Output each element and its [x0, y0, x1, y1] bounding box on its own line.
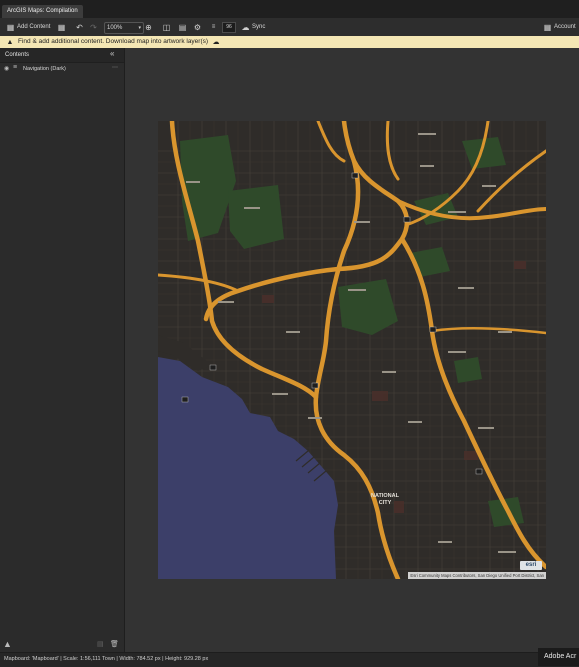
sync-label: Sync [252, 24, 266, 30]
cloud-download-icon[interactable]: ☁ [212, 38, 220, 47]
map-artboard[interactable]: NATIONAL CITY esri Esri Community Maps Co… [158, 121, 546, 579]
zoom-value: 100% [107, 25, 123, 31]
sync-button[interactable]: ☁ Sync [241, 21, 266, 33]
layer-name: Navigation (Dark) [23, 66, 66, 72]
warning-icon[interactable]: ▲ [3, 639, 12, 649]
ppi-icon: ≡ [211, 23, 216, 30]
ppi-label: ≡ [209, 21, 218, 33]
more-options-icon[interactable]: ⋯ [112, 64, 118, 71]
tab-arcgis-maps[interactable]: ArcGIS Maps: Compilation [2, 5, 83, 18]
account-icon: ▦ [543, 22, 552, 32]
zoom-select[interactable]: 100% ▾ [104, 22, 144, 34]
status-text: Mapboard: 'Mapboard' | Scale: 1:56,111 T… [4, 656, 209, 662]
panel-title: Contents [5, 52, 30, 58]
add-content-label: Add Content [17, 24, 51, 30]
sync-icon: ☁ [241, 22, 250, 32]
notice-text: Find & add additional content. Download … [18, 38, 209, 45]
layout-button[interactable]: ▤ [178, 21, 187, 33]
extent-icon: ◫ [162, 22, 171, 32]
undo-button[interactable]: ↶ [75, 21, 84, 33]
gear-icon: ⚙ [193, 22, 202, 32]
trash-icon[interactable]: 🗑 [110, 640, 119, 648]
table-button[interactable]: ▦ [57, 21, 66, 33]
layer-row[interactable]: ◉ ≡ Navigation (Dark) ⋯ [0, 63, 124, 75]
panel-header: Contents « [0, 48, 124, 63]
hint-icon: ▲ [6, 38, 14, 46]
notice-bar: ▲ Find & add additional content. Downloa… [0, 36, 579, 48]
add-content-button[interactable]: ▦ Add Content [6, 21, 51, 33]
account-button[interactable]: ▦ Account [543, 21, 576, 33]
layer-icon: ≡ [13, 64, 18, 71]
contents-panel: Contents « ◉ ≡ Navigation (Dark) ⋯ ▲ ▤ 🗑 [0, 48, 125, 652]
settings-button[interactable]: ⚙ [193, 21, 202, 33]
adobe-taskbar-item[interactable]: Adobe Acr [538, 648, 579, 666]
zoom-in-button[interactable]: ⊕ [144, 21, 153, 33]
toolbar: ▦ Add Content ▦ ↶ ↷ 100% ▾ ⊕ ◫ ▤ ⚙ ≡ 96 … [0, 18, 579, 37]
add-content-icon: ▦ [6, 22, 15, 32]
new-layer-icon[interactable]: ▤ [97, 640, 104, 648]
account-label: Account [554, 24, 576, 30]
chevron-down-icon: ▾ [138, 25, 141, 31]
tab-strip: ArcGIS Maps: Compilation [0, 0, 579, 18]
status-bar: Mapboard: 'Mapboard' | Scale: 1:56,111 T… [0, 652, 579, 667]
redo-button[interactable]: ↷ [89, 21, 98, 33]
basemap-map: NATIONAL CITY [158, 121, 546, 579]
extent-button[interactable]: ◫ [162, 21, 171, 33]
undo-icon: ↶ [76, 22, 83, 32]
zoom-in-icon: ⊕ [145, 22, 152, 32]
table-icon: ▦ [57, 22, 66, 32]
collapse-panel-icon[interactable]: « [110, 49, 114, 58]
visibility-eye-icon[interactable]: ◉ [4, 65, 9, 72]
layout-icon: ▤ [178, 22, 187, 32]
esri-logo: esri [520, 561, 542, 570]
map-attribution: Esri Community Maps Contributors, San Di… [408, 572, 546, 579]
dpi-input[interactable]: 96 [222, 22, 236, 33]
redo-icon: ↷ [90, 22, 97, 32]
